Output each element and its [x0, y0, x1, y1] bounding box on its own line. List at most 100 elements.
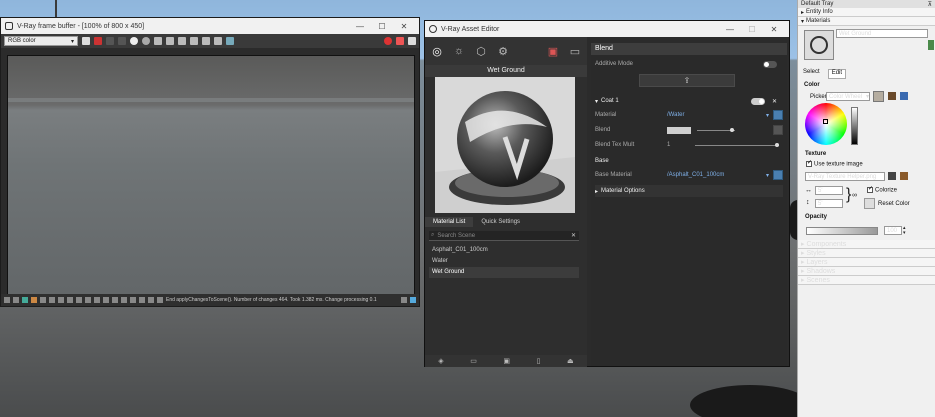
status-icon[interactable] [130, 297, 136, 303]
status-icon[interactable] [13, 297, 19, 303]
additive-mode-toggle[interactable] [763, 60, 777, 68]
status-icon[interactable] [103, 297, 109, 303]
stepper-icon[interactable]: ▴ ▾ [903, 226, 906, 236]
brightness-slider[interactable] [851, 107, 858, 145]
geometry-tab-icon[interactable]: ⬡ [473, 43, 489, 59]
browse-folder-icon[interactable] [888, 172, 896, 180]
status-icon[interactable] [410, 297, 416, 303]
opacity-field[interactable]: 100 [884, 226, 902, 235]
texture-height-field[interactable]: 5' [815, 199, 843, 208]
materials-section[interactable]: ▾ Materials [798, 17, 935, 26]
material-name-field[interactable]: Wet Ground [836, 29, 928, 38]
texture-width-field[interactable]: 5' [815, 186, 843, 195]
chevron-down-icon[interactable]: ▾ [766, 112, 769, 119]
blend-tex-mult-value[interactable]: 1 [667, 142, 695, 148]
tab-select[interactable]: Select [803, 69, 820, 79]
upload-button[interactable]: ⇪ [639, 74, 735, 87]
status-icon[interactable] [94, 297, 100, 303]
reset-color-swatch[interactable] [864, 198, 875, 209]
render-viewport[interactable] [7, 55, 415, 302]
status-icon[interactable] [58, 297, 64, 303]
material-options-section[interactable]: ▸ Material Options [595, 185, 783, 197]
close-icon[interactable]: ✕ [763, 25, 785, 34]
base-material-value[interactable]: /Asphalt_C01_100cm [667, 172, 766, 178]
channel-select[interactable]: RGB color ▾ [4, 36, 78, 46]
tab-quick-settings[interactable]: Quick Settings [473, 217, 528, 227]
settings-tab-icon[interactable]: ⚙ [495, 43, 511, 59]
status-icon[interactable] [121, 297, 127, 303]
material-value[interactable]: /Water [667, 112, 766, 118]
minimize-icon[interactable]: — [349, 22, 371, 31]
scenes-section[interactable]: ▸ Scenes [798, 276, 935, 285]
blend-slider[interactable] [697, 127, 735, 132]
coat-toggle[interactable] [750, 97, 765, 105]
green-channel-icon[interactable] [106, 37, 114, 45]
frame-buffer-titlebar[interactable]: V-Ray frame buffer - [100% of 800 x 450]… [1, 18, 419, 34]
clear-icon[interactable] [178, 37, 186, 45]
chain-icon[interactable]: ∞ [852, 192, 857, 199]
tab-edit[interactable]: Edit [827, 69, 847, 79]
heart-icon[interactable] [82, 37, 90, 45]
create-asset-icon[interactable]: ◈ [438, 357, 443, 365]
sample-paint-icon[interactable] [888, 92, 896, 100]
frame-buffer-tab-icon[interactable]: ▭ [567, 43, 583, 59]
lens-icon[interactable] [226, 37, 234, 45]
list-item[interactable]: Water [429, 256, 579, 267]
status-icon[interactable] [49, 297, 55, 303]
lights-tab-icon[interactable]: ☼ [451, 43, 467, 59]
list-item[interactable]: Wet Ground [429, 267, 579, 278]
paint-bucket-icon[interactable] [900, 92, 908, 100]
texture-file-field[interactable]: V-Ray Texture Helper.png [805, 172, 885, 181]
blue-channel-icon[interactable] [118, 37, 126, 45]
entity-info-section[interactable]: ▸ Entity Info [798, 8, 935, 17]
remove-coat-icon[interactable]: ✕ [772, 98, 777, 105]
clear-search-icon[interactable]: ✕ [571, 232, 579, 239]
maximize-icon[interactable]: ☐ [741, 25, 763, 34]
alpha-icon[interactable] [142, 37, 150, 45]
stop-icon[interactable] [384, 37, 392, 45]
render-tab-icon[interactable]: ▣ [545, 43, 561, 59]
asset-editor-window[interactable]: V-Ray Asset Editor — ☐ ✕ ◎ ☼ ⬡ ⚙ ▣ ▭ Wet… [424, 20, 790, 367]
materials-tab-icon[interactable]: ◎ [429, 43, 445, 59]
render-icon[interactable] [396, 37, 404, 45]
texture-slot-button[interactable] [773, 170, 783, 180]
color-swatch[interactable] [873, 91, 884, 102]
texture-slot-button[interactable] [773, 110, 783, 120]
load-icon[interactable] [166, 37, 174, 45]
delete-icon[interactable]: ▯ [537, 357, 541, 365]
status-icon[interactable] [22, 297, 28, 303]
mono-icon[interactable] [130, 37, 138, 45]
coat-section[interactable]: ▾ Coat 1 ✕ [595, 95, 783, 107]
use-texture-checkbox[interactable] [806, 159, 812, 167]
status-icon[interactable] [67, 297, 73, 303]
material-preview[interactable] [435, 77, 575, 213]
link-icon[interactable]: } [846, 186, 851, 204]
opacity-slider[interactable] [806, 227, 878, 235]
layers-section[interactable]: ▸ Layers [798, 258, 935, 267]
status-icon[interactable] [157, 297, 163, 303]
maximize-icon[interactable]: ☐ [371, 22, 393, 31]
create-material-icon[interactable] [928, 40, 934, 50]
save-icon[interactable] [154, 37, 162, 45]
status-icon[interactable] [40, 297, 46, 303]
blend-tex-mult-slider[interactable] [695, 142, 779, 147]
search-input[interactable]: ⌕ Search Scene ✕ [429, 231, 579, 241]
reset-color-label[interactable]: Reset Color [878, 201, 910, 207]
slider-knob[interactable] [730, 127, 734, 132]
status-icon[interactable] [31, 297, 37, 303]
list-item[interactable]: Asphalt_C01_100cm [429, 245, 579, 256]
duplicate-icon[interactable] [190, 37, 198, 45]
teapot-icon[interactable] [408, 37, 416, 45]
save-icon[interactable]: ▣ [503, 357, 510, 365]
slider-knob[interactable] [775, 142, 779, 147]
frame-buffer-window[interactable]: V-Ray frame buffer - [100% of 800 x 450]… [0, 17, 420, 307]
shadows-section[interactable]: ▸ Shadows [798, 267, 935, 276]
status-icon[interactable] [4, 297, 10, 303]
chevron-down-icon[interactable]: ▾ [766, 172, 769, 179]
status-icon[interactable] [148, 297, 154, 303]
pin-icon[interactable]: ⊼ [928, 1, 932, 8]
asset-editor-titlebar[interactable]: V-Ray Asset Editor — ☐ ✕ [425, 21, 789, 37]
red-channel-icon[interactable] [94, 37, 102, 45]
status-icon[interactable] [139, 297, 145, 303]
close-icon[interactable]: ✕ [393, 22, 415, 31]
